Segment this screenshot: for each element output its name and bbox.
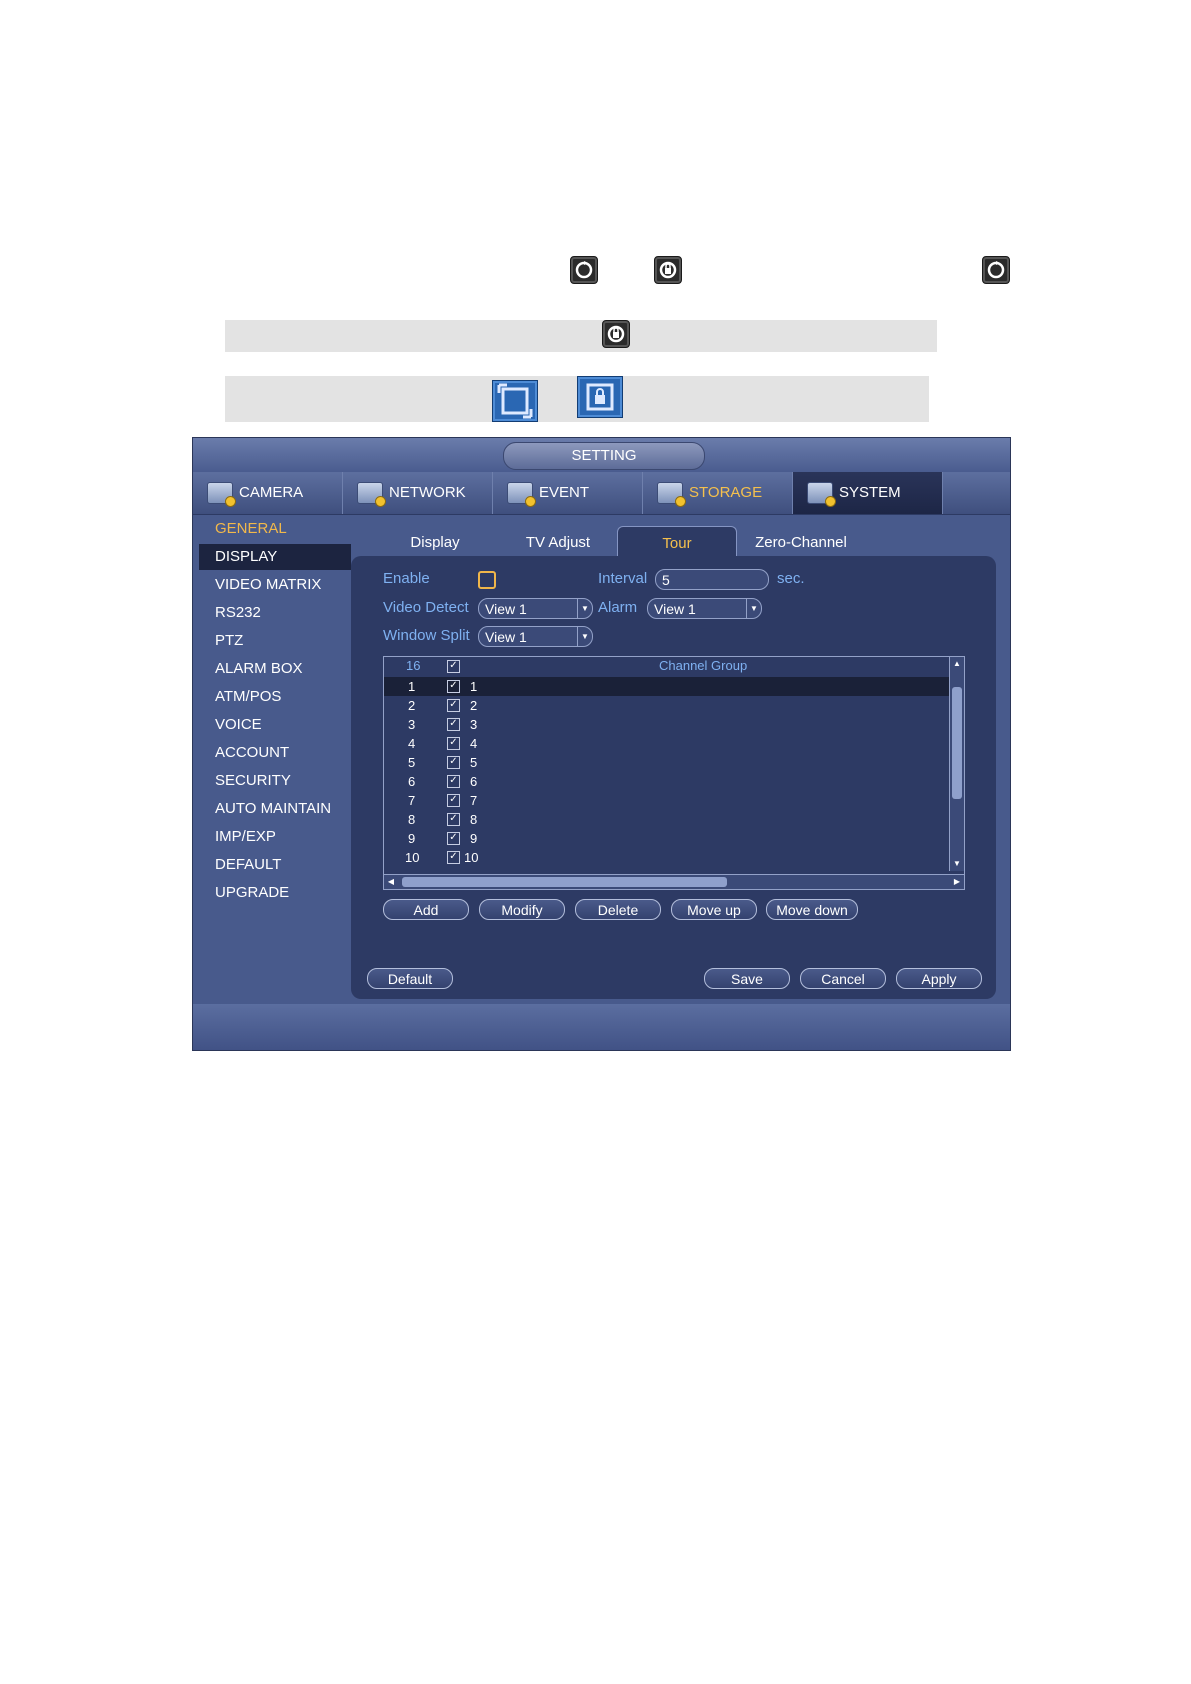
delete-button[interactable]: Delete — [575, 899, 661, 920]
event-icon — [507, 482, 536, 507]
row-checkbox[interactable]: ✓ — [447, 680, 460, 693]
interval-unit: sec. — [777, 570, 805, 587]
note-band — [225, 320, 937, 352]
window-title: SETTING — [503, 442, 705, 470]
chevron-down-icon: ▼ — [577, 599, 592, 618]
sidebar-item-display[interactable]: DISPLAY — [199, 544, 351, 570]
window-split-label: Window Split — [383, 627, 470, 644]
scroll-down-icon[interactable]: ▼ — [950, 857, 964, 871]
cancel-button[interactable]: Cancel — [800, 968, 886, 989]
tab-event[interactable]: EVENT — [493, 472, 643, 514]
network-icon — [357, 482, 386, 507]
apply-button[interactable]: Apply — [896, 968, 982, 989]
tour-icon — [982, 256, 1010, 284]
channel-group-header: Channel Group — [659, 658, 748, 673]
tab-display[interactable]: Display — [389, 526, 481, 556]
alarm-label: Alarm — [598, 599, 638, 616]
tab-camera[interactable]: CAMERA — [193, 472, 343, 514]
window-icon — [492, 380, 538, 422]
scroll-left-icon[interactable]: ◀ — [384, 875, 398, 889]
select-all-checkbox[interactable]: ✓ — [447, 660, 460, 673]
channel-group-table: 16 ✓ Channel Group 1 ✓ 1 2 ✓ 2 3 ✓ 3 4 ✓… — [383, 656, 965, 890]
row-checkbox[interactable]: ✓ — [447, 794, 460, 807]
row-checkbox[interactable]: ✓ — [447, 851, 460, 864]
main-tab-bar: CAMERA NETWORK EVENT STORAGE SYSTEM — [193, 472, 1010, 515]
chevron-down-icon: ▼ — [746, 599, 761, 618]
sidebar-item-rs232[interactable]: RS232 — [215, 600, 351, 626]
row-checkbox[interactable]: ✓ — [447, 813, 460, 826]
tab-zero-channel[interactable]: Zero-Channel — [741, 526, 861, 556]
sidebar-item-atm-pos[interactable]: ATM/POS — [215, 684, 351, 710]
sidebar-item-video-matrix[interactable]: VIDEO MATRIX — [215, 572, 351, 598]
sidebar-item-ptz[interactable]: PTZ — [215, 628, 351, 654]
storage-icon — [657, 482, 686, 507]
sidebar-group-general[interactable]: GENERAL — [215, 516, 351, 542]
table-row[interactable]: 10 ✓ 10 — [384, 848, 949, 867]
sidebar-item-security[interactable]: SECURITY — [215, 768, 351, 794]
table-row[interactable]: 6 ✓ 6 — [384, 772, 949, 791]
horizontal-scrollbar[interactable]: ◀ ▶ — [384, 874, 964, 889]
tab-tour[interactable]: Tour — [617, 526, 737, 557]
sidebar-item-account[interactable]: ACCOUNT — [215, 740, 351, 766]
scroll-thumb[interactable] — [402, 877, 727, 887]
row-checkbox[interactable]: ✓ — [447, 756, 460, 769]
row-checkbox[interactable]: ✓ — [447, 775, 460, 788]
sidebar-item-alarm-box[interactable]: ALARM BOX — [215, 656, 351, 682]
modify-button[interactable]: Modify — [479, 899, 565, 920]
table-row[interactable]: 1 ✓ 1 — [384, 677, 949, 696]
sidebar-item-voice[interactable]: VOICE — [215, 712, 351, 738]
scroll-right-icon[interactable]: ▶ — [950, 875, 964, 889]
sidebar-item-upgrade[interactable]: UPGRADE — [215, 880, 351, 906]
table-row[interactable]: 8 ✓ 8 — [384, 810, 949, 829]
window-footer — [193, 1004, 1010, 1050]
row-checkbox[interactable]: ✓ — [447, 699, 460, 712]
save-button[interactable]: Save — [704, 968, 790, 989]
window-locked-icon — [577, 376, 623, 418]
interval-input[interactable]: 5 — [655, 569, 769, 590]
tab-tv-adjust[interactable]: TV Adjust — [508, 526, 608, 556]
table-row[interactable]: 2 ✓ 2 — [384, 696, 949, 715]
tab-network[interactable]: NETWORK — [343, 472, 493, 514]
add-button[interactable]: Add — [383, 899, 469, 920]
tab-system[interactable]: SYSTEM — [793, 472, 943, 514]
setting-window: SETTING CAMERA NETWORK EVENT STORAGE SYS… — [192, 437, 1011, 1051]
chevron-down-icon: ▼ — [577, 627, 592, 646]
interval-label: Interval — [598, 570, 648, 587]
camera-icon — [207, 482, 236, 507]
move-up-button[interactable]: Move up — [671, 899, 757, 920]
count-header: 16 — [406, 658, 421, 673]
system-icon — [807, 482, 836, 507]
move-down-button[interactable]: Move down — [766, 899, 858, 920]
sidebar-item-auto-maintain[interactable]: AUTO MAINTAIN — [215, 796, 351, 822]
scroll-up-icon[interactable]: ▲ — [950, 657, 964, 671]
video-detect-label: Video Detect — [383, 599, 469, 616]
tab-storage[interactable]: STORAGE — [643, 472, 793, 514]
tour-locked-icon — [602, 320, 630, 348]
table-row[interactable]: 4 ✓ 4 — [384, 734, 949, 753]
table-row[interactable]: 9 ✓ 9 — [384, 829, 949, 848]
row-checkbox[interactable]: ✓ — [447, 718, 460, 731]
tour-icon — [570, 256, 598, 284]
vertical-scrollbar[interactable]: ▲ ▼ — [949, 657, 964, 871]
table-row[interactable]: 7 ✓ 7 — [384, 791, 949, 810]
table-row[interactable]: 5 ✓ 5 — [384, 753, 949, 772]
enable-label: Enable — [383, 570, 430, 587]
table-row[interactable]: 3 ✓ 3 — [384, 715, 949, 734]
row-checkbox[interactable]: ✓ — [447, 832, 460, 845]
video-detect-select[interactable]: View 1 ▼ — [478, 598, 593, 619]
tour-locked-icon — [654, 256, 682, 284]
title-bar: SETTING — [193, 438, 1010, 472]
alarm-select[interactable]: View 1 ▼ — [647, 598, 762, 619]
sidebar-item-imp-exp[interactable]: IMP/EXP — [215, 824, 351, 850]
scroll-thumb[interactable] — [952, 687, 962, 799]
default-button[interactable]: Default — [367, 968, 453, 989]
enable-checkbox[interactable] — [478, 571, 496, 589]
row-checkbox[interactable]: ✓ — [447, 737, 460, 750]
sidebar-item-default[interactable]: DEFAULT — [215, 852, 351, 878]
window-split-select[interactable]: View 1 ▼ — [478, 626, 593, 647]
